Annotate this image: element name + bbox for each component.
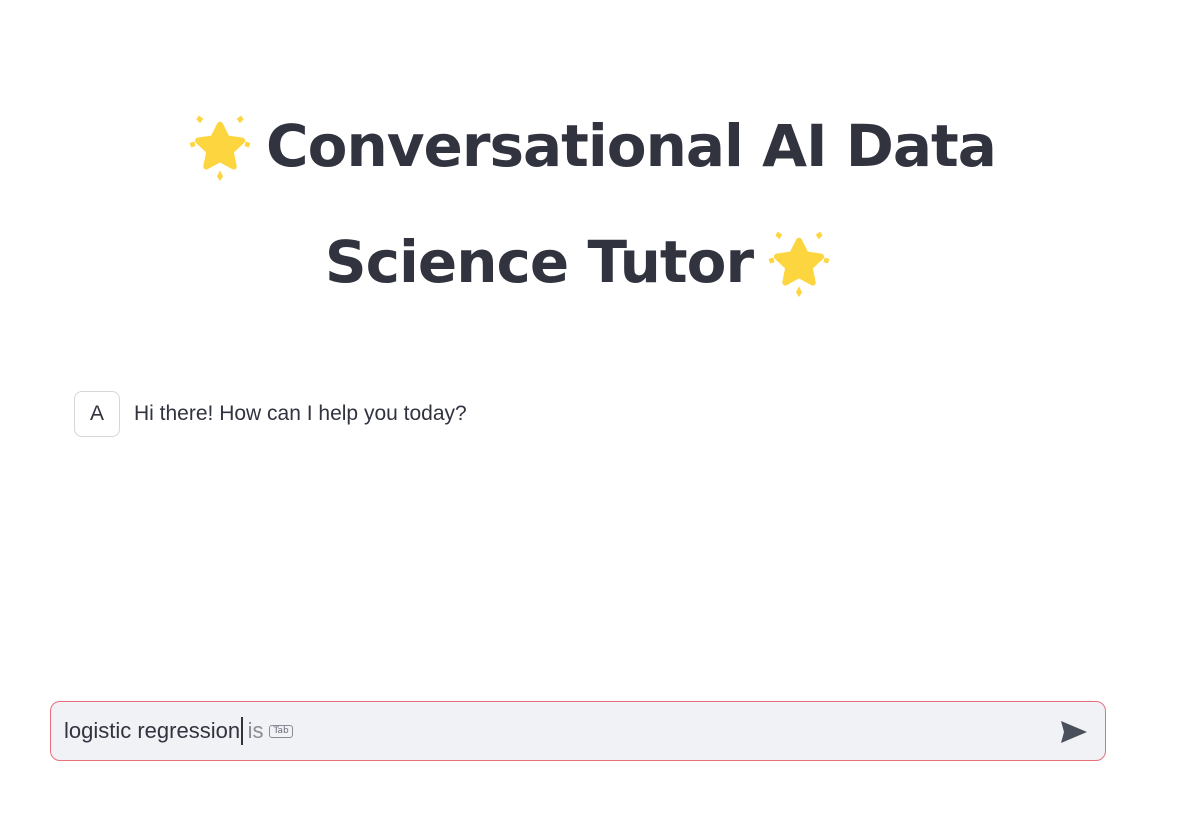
tab-key-hint: Tab [269, 724, 293, 738]
text-caret [241, 717, 243, 745]
send-button[interactable] [1057, 715, 1091, 749]
chat-input-value[interactable]: logistic regression [64, 718, 240, 744]
send-arrow-icon [1061, 721, 1087, 743]
title-line-1: Conversational AI Data [0, 88, 1170, 204]
title-line-2: Science Tutor [0, 204, 1170, 320]
title-text-2: Science Tutor [324, 228, 754, 296]
chat-input[interactable]: logistic regression is Tab [50, 701, 1106, 761]
page-title: Conversational AI Data Science Tutor [0, 88, 1170, 320]
assistant-avatar: A [74, 391, 120, 437]
glowing-star-icon [189, 115, 251, 181]
chat-message-text: Hi there! How can I help you today? [134, 402, 467, 425]
autocomplete-suggestion: is [247, 718, 264, 743]
title-text-1: Conversational AI Data [266, 112, 997, 180]
glowing-star-icon [768, 231, 830, 297]
chat-message: A Hi there! How can I help you today? [74, 391, 467, 437]
